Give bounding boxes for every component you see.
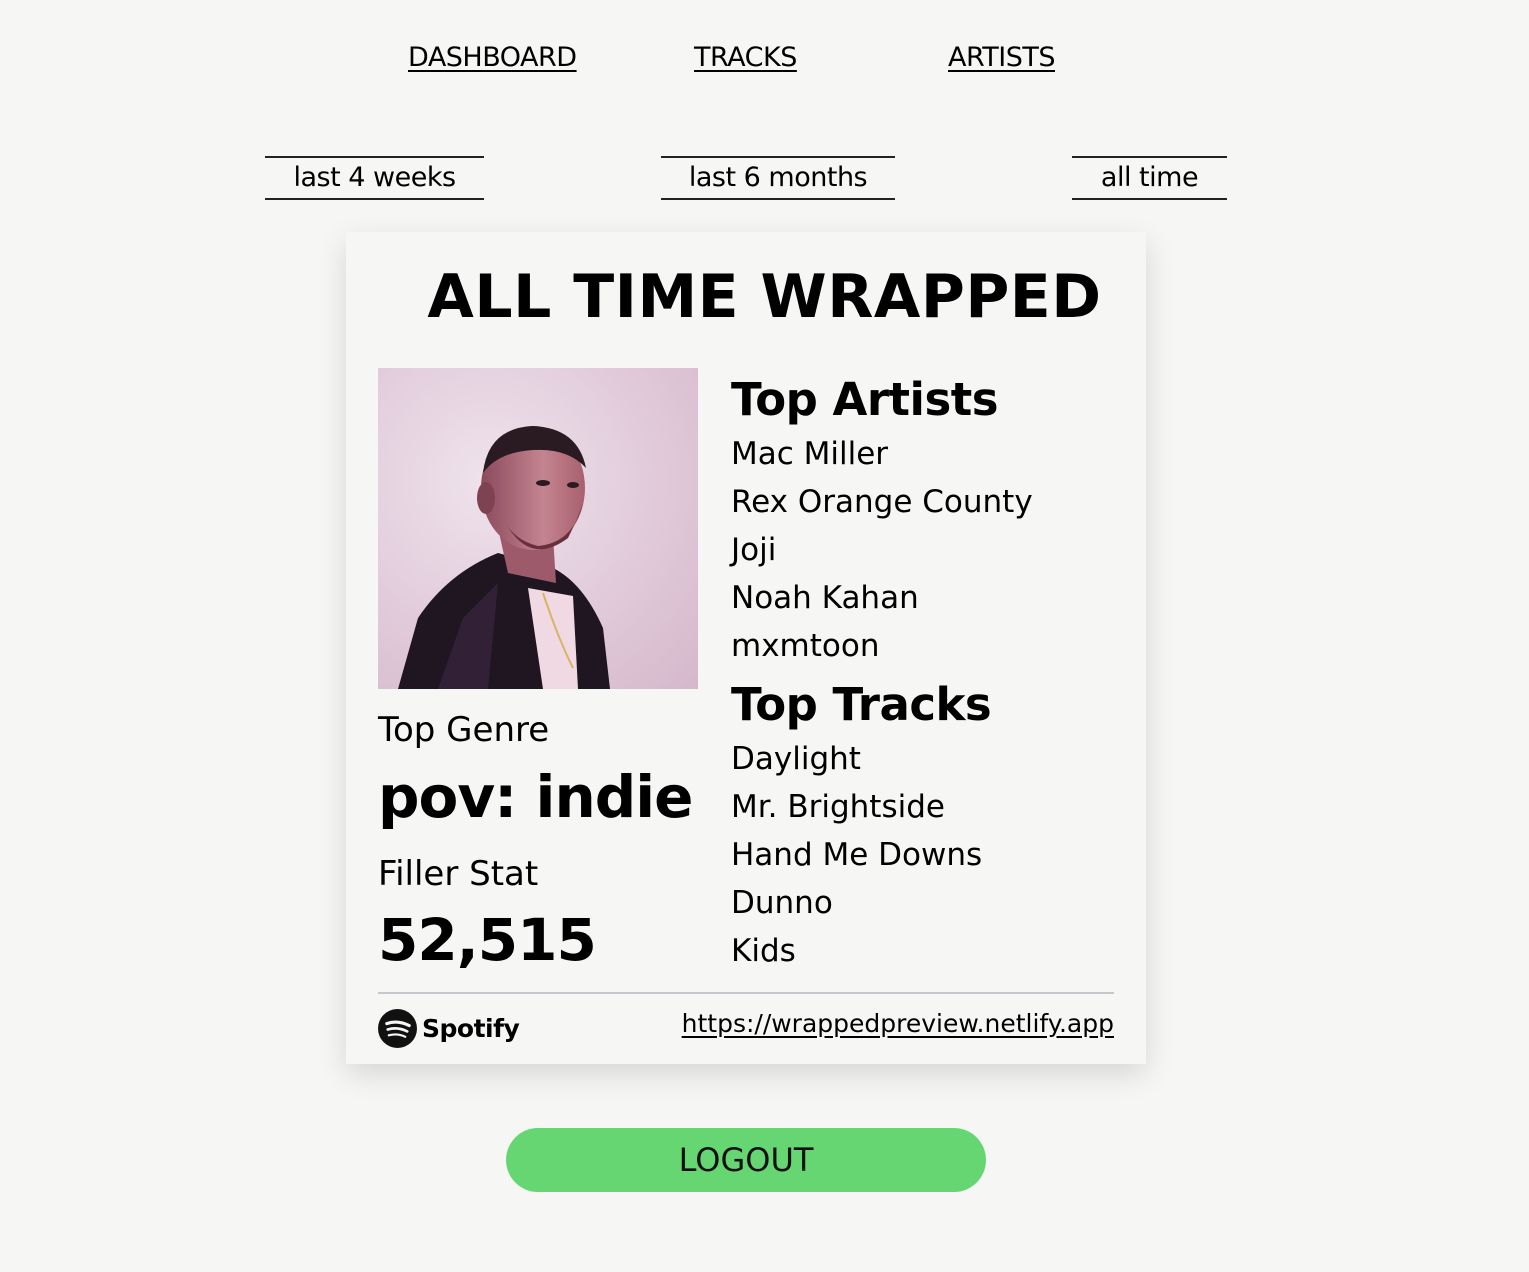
track-list-item: Hand Me Downs [731, 837, 983, 873]
top-genre-label: Top Genre [378, 710, 550, 750]
nav-artists-link[interactable]: ARTISTS [948, 42, 1056, 73]
spotify-logo: Spotify [378, 1009, 520, 1048]
nav-dashboard-link[interactable]: DASHBOARD [408, 42, 577, 73]
track-list-item: Daylight [731, 741, 861, 777]
spotify-icon [378, 1009, 417, 1048]
filler-stat-value: 52,515 [378, 906, 597, 974]
card-title: ALL TIME WRAPPED [427, 262, 1102, 332]
track-list-item: Mr. Brightside [731, 789, 945, 825]
range-all-time-button[interactable]: all time [1072, 156, 1227, 200]
top-artists-heading: Top Artists [731, 373, 999, 426]
nav-tracks-link[interactable]: TRACKS [694, 42, 797, 73]
artist-list-item: Mac Miller [731, 436, 889, 472]
range-last-4-weeks-button[interactable]: last 4 weeks [265, 156, 484, 200]
artist-list-item: Noah Kahan [731, 580, 919, 616]
artist-list-item: Joji [731, 532, 777, 568]
top-artist-photo [378, 368, 698, 689]
filler-stat-label: Filler Stat [378, 854, 539, 894]
logout-button[interactable]: LOGOUT [506, 1128, 986, 1192]
track-list-item: Kids [731, 933, 796, 969]
track-list-item: Dunno [731, 885, 833, 921]
artist-list-item: mxmtoon [731, 628, 880, 664]
top-tracks-heading: Top Tracks [731, 678, 992, 731]
card-divider [378, 992, 1114, 994]
spotify-wordmark: Spotify [422, 1014, 520, 1043]
artist-list-item: Rex Orange County [731, 484, 1033, 520]
share-url-link[interactable]: https://wrappedpreview.netlify.app [682, 1009, 1114, 1038]
range-last-6-months-button[interactable]: last 6 months [661, 156, 895, 200]
top-genre-value: pov: indie [378, 763, 693, 831]
